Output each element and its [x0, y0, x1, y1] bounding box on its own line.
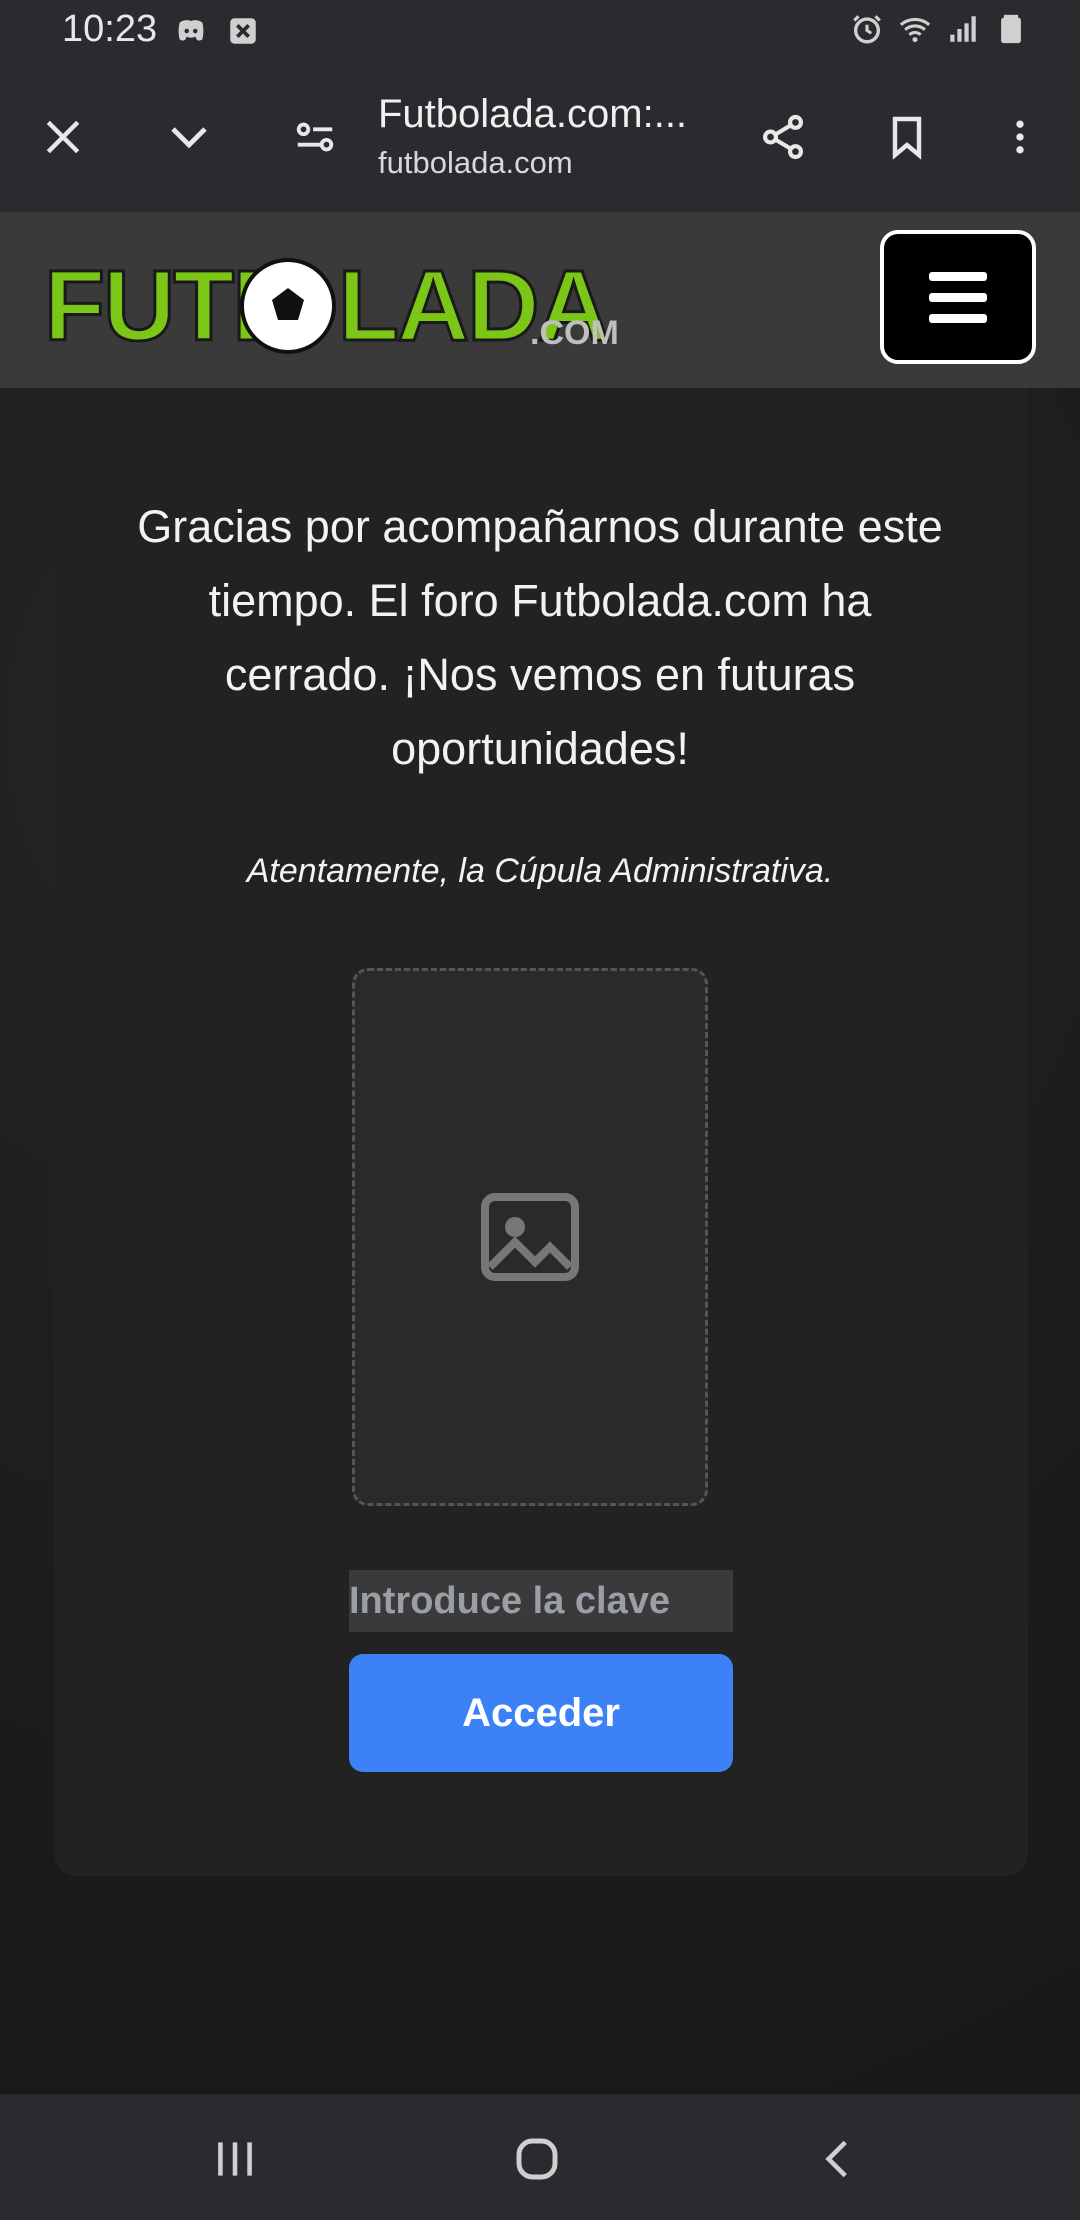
recent-apps-icon: [218, 2142, 252, 2176]
image-placeholder: [352, 968, 708, 1506]
bookmark-button[interactable]: [862, 92, 952, 182]
menu-icon: [929, 271, 987, 281]
hamburger-menu-button[interactable]: [880, 230, 1036, 364]
back-button[interactable]: [794, 2124, 884, 2194]
svg-text:.COM: .COM: [530, 314, 619, 352]
page-domain: futbolada.com: [378, 145, 573, 180]
url-bar[interactable]: Futbolada.com:... futbolada.com: [378, 92, 718, 181]
closure-message: Gracias por acompañarnos durante este ti…: [137, 501, 943, 774]
more-options-icon: [1016, 120, 1024, 154]
share-icon: [763, 114, 803, 160]
site-logo[interactable]: FUTB LADA .COM: [40, 248, 620, 359]
status-time: 10:23: [62, 8, 158, 50]
system-nav-bar: [0, 2094, 1080, 2220]
wifi-icon: [899, 17, 931, 43]
close-tab-button[interactable]: [18, 92, 108, 182]
home-icon: [516, 2138, 558, 2180]
signal-icon: [950, 16, 976, 42]
more-options-button[interactable]: [975, 92, 1065, 182]
submit-button[interactable]: Acceder: [349, 1654, 733, 1772]
alarm-icon: [853, 15, 881, 44]
signature: Atentamente, la Cúpula Administrativa.: [246, 852, 834, 890]
home-button[interactable]: [492, 2124, 582, 2194]
discord-icon: [178, 20, 204, 41]
battery-icon: [1001, 14, 1021, 44]
chevron-down-icon: [171, 127, 207, 149]
share-button[interactable]: [738, 92, 828, 182]
app-notification-icon: [230, 18, 256, 44]
bookmark-icon: [892, 116, 922, 160]
image-icon: [481, 1193, 579, 1281]
page-title: Futbolada.com:...: [378, 92, 688, 136]
browser-toolbar: Futbolada.com:... futbolada.com: [0, 64, 1080, 212]
site-settings-button[interactable]: [270, 92, 360, 182]
recent-apps-button[interactable]: [190, 2124, 280, 2194]
password-input[interactable]: [349, 1570, 733, 1632]
status-bar: 10:23: [0, 0, 1080, 64]
site-settings-icon: [296, 122, 334, 152]
back-icon: [825, 2140, 847, 2178]
close-icon: [46, 120, 80, 154]
site-header: FUTB LADA .COM: [0, 212, 1080, 388]
minimize-button[interactable]: [144, 92, 234, 182]
